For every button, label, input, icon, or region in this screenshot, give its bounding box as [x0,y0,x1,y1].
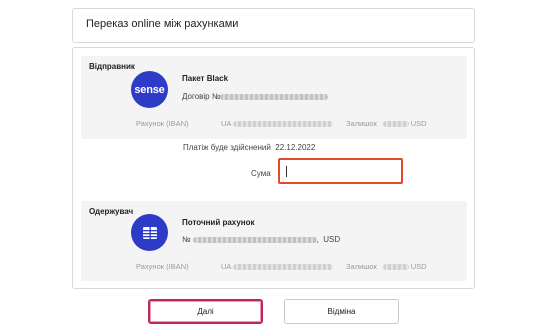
receiver-balance-label: Залишок [346,262,377,271]
amount-label: Сума [251,169,271,178]
sender-iban-prefix: UA [221,119,232,128]
payment-date-row: Платіж буде здійснений 22.12.2022 [183,143,315,152]
receiver-balance: Залишок USD [346,262,427,271]
page-title: Переказ online між рахунками [86,18,239,30]
wallet-cards-icon-graphic [142,226,157,239]
sender-balance: Залишок USD [346,119,427,128]
receiver-number-currency: USD [323,235,341,244]
sense-logo: sense [131,71,168,108]
sender-balance-label: Залишок [346,119,377,128]
sender-iban: UA [221,119,334,128]
redacted-iban [233,264,334,271]
receiver-account-number: №, USD [182,235,340,244]
receiver-product-name: Поточний рахунок [182,218,255,227]
receiver-number-suffix: , [316,235,319,244]
receiver-section-label: Одержувач [89,207,134,216]
redacted-balance [382,264,409,271]
wallet-cards-icon [131,214,168,251]
contract-label: Договір № [182,92,221,101]
receiver-account-label: Рахунок (IBAN) [136,262,189,271]
receiver-iban-prefix: UA [221,262,232,271]
sender-panel: Відправник sense Пакет Black Договір № Р… [81,56,467,139]
receiver-panel: Одержувач Поточний рахунок №, USD Рахуно… [81,201,467,281]
redacted-contract-number [220,93,329,100]
text-cursor [286,166,287,177]
cancel-button[interactable]: Відміна [284,299,399,324]
payment-date-label: Платіж буде здійснений [183,143,271,152]
redacted-iban [233,121,334,128]
redacted-account-number [192,236,317,243]
sender-product-name: Пакет Black [182,74,229,83]
transfer-form: Відправник sense Пакет Black Договір № Р… [72,47,475,289]
receiver-currency: USD [410,262,427,271]
sender-account-label: Рахунок (IBAN) [136,119,189,128]
receiver-number-label: № [182,235,191,244]
next-button[interactable]: Далі [148,299,263,324]
sender-section-label: Відправник [89,62,135,71]
amount-input[interactable] [278,158,403,184]
sense-logo-text: sense [134,83,165,96]
sender-currency: USD [410,119,427,128]
receiver-iban: UA [221,262,334,271]
header-card: Переказ online між рахунками [72,8,475,43]
redacted-balance [382,121,409,128]
sender-contract: Договір № [182,92,329,101]
payment-date-value: 22.12.2022 [275,143,316,152]
